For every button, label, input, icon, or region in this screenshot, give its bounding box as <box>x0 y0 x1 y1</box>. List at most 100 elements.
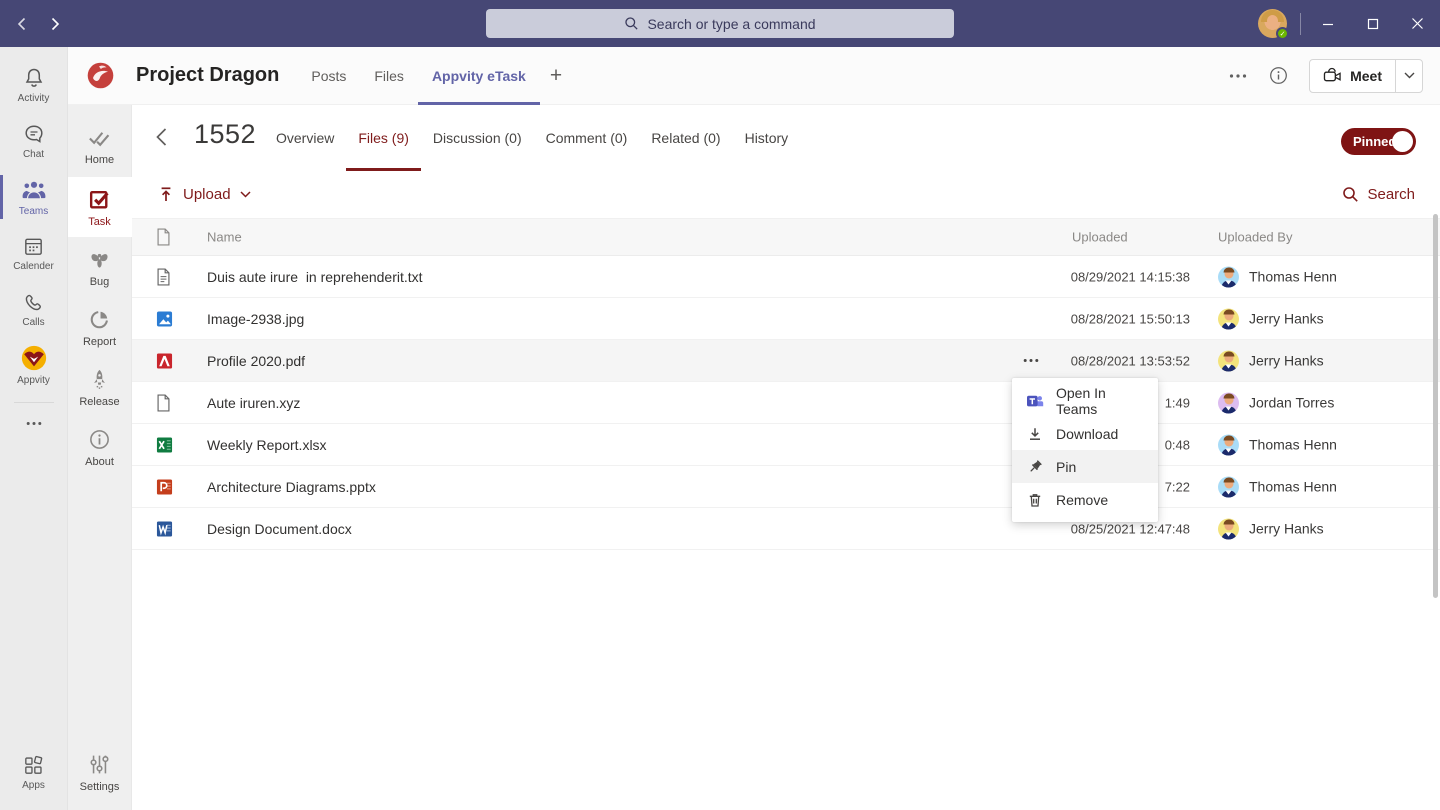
module-item-task[interactable]: Task <box>68 177 132 237</box>
module-item-release[interactable]: Release <box>68 357 132 417</box>
file-uploaded: 08/28/2021 15:50:13 <box>1055 311 1190 326</box>
files-table: Name Uploaded Uploaded By Duis aute irur… <box>132 218 1440 550</box>
add-tab-button[interactable]: + <box>550 64 562 88</box>
tab-posts[interactable]: Posts <box>297 47 360 105</box>
more-options-icon[interactable] <box>1218 73 1258 79</box>
menu-item-pin[interactable]: Pin <box>1012 450 1158 483</box>
rail-item-calls[interactable]: Calls <box>0 281 68 337</box>
powerpoint-file-icon <box>156 478 173 495</box>
menu-item-open-in-teams[interactable]: Open In Teams <box>1012 384 1158 417</box>
module-item-settings[interactable]: Settings <box>68 742 132 802</box>
uploader-name: Jordan Torres <box>1249 395 1334 411</box>
chat-icon <box>22 122 46 146</box>
avatar <box>1218 350 1239 371</box>
column-uploaded-by[interactable]: Uploaded By <box>1218 230 1292 245</box>
file-name: Image-2938.jpg <box>207 311 304 327</box>
file-row-selected[interactable]: Profile 2020.pdf 08/28/2021 13:53:52 Jer… <box>132 340 1440 382</box>
avatar <box>1218 392 1239 413</box>
rail-item-activity[interactable]: Activity <box>0 57 68 113</box>
rail-item-chat[interactable]: Chat <box>0 113 68 169</box>
menu-item-label: Download <box>1056 426 1118 442</box>
rail-label: Apps <box>22 780 45 791</box>
avatar <box>1218 476 1239 497</box>
pinned-toggle[interactable]: Pinned <box>1341 128 1416 155</box>
module-item-bug[interactable]: Bug <box>68 237 132 297</box>
file-uploaded-by: Thomas Henn <box>1218 266 1337 287</box>
search-icon <box>1342 186 1359 203</box>
rail-label: Chat <box>23 149 44 160</box>
task-tab-history[interactable]: History <box>733 105 801 171</box>
menu-item-remove[interactable]: Remove <box>1012 483 1158 516</box>
close-button[interactable] <box>1395 0 1440 47</box>
rail-item-apps[interactable]: Apps <box>0 744 68 800</box>
task-tab-overview[interactable]: Overview <box>264 105 346 171</box>
word-file-icon <box>156 520 173 537</box>
excel-file-icon <box>156 436 173 453</box>
row-more-options-icon[interactable] <box>1016 348 1046 374</box>
uploader-name: Jerry Hanks <box>1249 353 1324 369</box>
settings-sliders-icon <box>87 752 112 777</box>
title-bar: Search or type a command ✓ <box>0 0 1440 47</box>
file-row[interactable]: Duis aute irure in reprehenderit.txt 08/… <box>132 256 1440 298</box>
module-item-home[interactable]: Home <box>68 117 132 177</box>
rail-label: Teams <box>19 206 48 217</box>
menu-item-label: Remove <box>1056 492 1108 508</box>
rail-item-calender[interactable]: Calender <box>0 225 68 281</box>
tab-files[interactable]: Files <box>360 47 418 105</box>
command-search-input[interactable]: Search or type a command <box>486 9 954 38</box>
search-icon <box>624 16 639 31</box>
info-icon[interactable] <box>1258 66 1299 85</box>
task-tab-comment[interactable]: Comment (0) <box>534 105 640 171</box>
module-label: Release <box>79 396 119 408</box>
file-uploaded-by: Jordan Torres <box>1218 392 1334 413</box>
tab-appvity-etask[interactable]: Appvity eTask <box>418 47 540 105</box>
meet-dropdown-button[interactable] <box>1395 60 1422 92</box>
module-item-report[interactable]: Report <box>68 297 132 357</box>
meet-button[interactable]: Meet <box>1310 60 1395 92</box>
upload-button[interactable]: Upload <box>158 171 251 218</box>
bug-icon <box>87 247 112 272</box>
user-avatar[interactable]: ✓ <box>1258 9 1287 38</box>
file-row[interactable]: Design Document.docx 08/25/2021 12:47:48… <box>132 508 1440 550</box>
pie-chart-icon <box>87 307 112 332</box>
vertical-scrollbar[interactable] <box>1433 214 1438 598</box>
appvity-logo-icon <box>20 344 48 372</box>
meet-label: Meet <box>1350 68 1382 84</box>
history-nav <box>14 0 63 47</box>
back-chevron-icon[interactable] <box>154 127 168 147</box>
back-icon[interactable] <box>14 16 30 32</box>
rail-label: Calls <box>22 317 44 328</box>
rail-item-teams[interactable]: Teams <box>0 169 68 225</box>
rocket-icon <box>87 367 112 392</box>
task-tab-discussion[interactable]: Discussion (0) <box>421 105 534 171</box>
task-tab-related[interactable]: Related (0) <box>639 105 732 171</box>
channel-header-actions: Meet <box>1218 59 1423 93</box>
file-uploaded: 08/25/2021 12:47:48 <box>1055 521 1190 536</box>
rail-item-appvity[interactable]: Appvity <box>0 337 68 393</box>
file-row[interactable]: Aute iruren.xyz 1:49 Jordan Torres <box>132 382 1440 424</box>
txt-file-icon <box>156 267 171 286</box>
minimize-button[interactable] <box>1305 0 1350 47</box>
phone-icon <box>22 291 45 314</box>
image-file-icon <box>156 310 173 327</box>
uploader-name: Jerry Hanks <box>1249 521 1324 537</box>
files-toolbar: Upload Search <box>132 171 1440 218</box>
table-header: Name Uploaded Uploaded By <box>132 218 1440 256</box>
rail-label: Appvity <box>17 375 50 386</box>
column-uploaded[interactable]: Uploaded <box>1072 230 1128 245</box>
module-item-about[interactable]: About <box>68 417 132 477</box>
rail-more-icon[interactable] <box>26 409 42 437</box>
menu-item-label: Open In Teams <box>1056 385 1144 417</box>
column-name[interactable]: Name <box>207 230 242 245</box>
channel-header: Project Dragon Posts Files Appvity eTask… <box>68 47 1440 105</box>
forward-icon[interactable] <box>47 16 63 32</box>
file-row[interactable]: Image-2938.jpg 08/28/2021 15:50:13 Jerry… <box>132 298 1440 340</box>
team-name: Project Dragon <box>136 64 279 87</box>
task-tab-files[interactable]: Files (9) <box>346 105 421 171</box>
menu-item-download[interactable]: Download <box>1012 417 1158 450</box>
module-label: Bug <box>90 276 110 288</box>
files-search-button[interactable]: Search <box>1342 171 1415 218</box>
file-row[interactable]: Weekly Report.xlsx 0:48 Thomas Henn <box>132 424 1440 466</box>
file-row[interactable]: Architecture Diagrams.pptx 7:22 Thomas H… <box>132 466 1440 508</box>
maximize-button[interactable] <box>1350 0 1395 47</box>
